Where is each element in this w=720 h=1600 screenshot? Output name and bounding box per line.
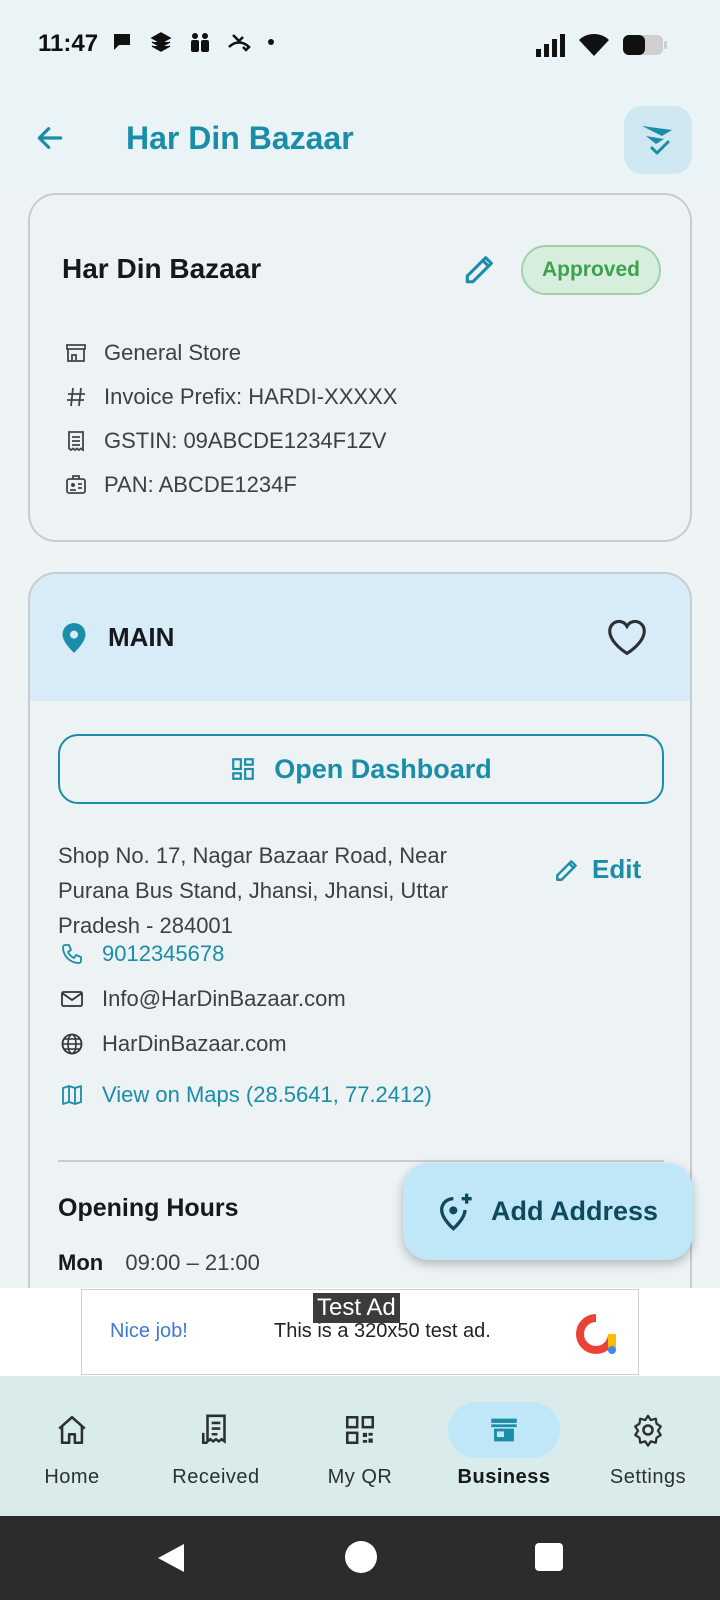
address-text: Shop No. 17, Nagar Bazaar Road, Near Pur… [58,843,449,938]
open-dashboard-button[interactable]: Open Dashboard [58,734,664,804]
hash-icon [62,383,90,411]
hours-time: 09:00 – 21:00 [125,1250,260,1275]
system-recents-button[interactable] [535,1543,563,1571]
phone-link[interactable]: 9012345678 [58,940,224,968]
nav-label: Home [44,1466,100,1488]
system-status-icons [536,32,668,58]
business-name: Har Din Bazaar [62,253,262,284]
invoice-prefix-text: Invoice Prefix: HARDI-XXXXX [104,384,398,409]
nav-label: My QR [327,1466,393,1488]
map-icon [58,1081,86,1109]
receipt-icon [62,427,90,455]
bottom-navigation: Home Received My QR Business Settings [0,1376,720,1516]
nav-business[interactable]: Business [432,1376,576,1516]
ad-nice-text: Nice job! [110,1320,188,1342]
storefront-icon [62,339,90,367]
category-row: General Store [62,339,241,367]
mail-icon [58,985,86,1013]
gstin-text: GSTIN: 09ABCDE1234F1ZV [104,428,387,453]
back-button[interactable] [30,118,70,158]
receipt-icon [160,1402,272,1458]
id-card-icon [62,471,90,499]
signal-icon [536,34,565,57]
send-action-button[interactable] [624,106,692,174]
nav-home[interactable]: Home [0,1376,144,1516]
edit-label: Edit [592,854,642,884]
edit-address-button[interactable]: Edit [554,854,641,885]
location-pin-icon [62,623,86,653]
add-address-label: Add Address [491,1196,659,1226]
opening-hours-title: Opening Hours [58,1194,239,1222]
people-icon [191,33,209,52]
phone-number: 9012345678 [102,941,225,966]
category-text: General Store [104,340,241,365]
hours-row: Mon 09:00 – 21:00 [58,1250,260,1276]
nav-label: Settings [609,1466,687,1488]
maps-link-text: View on Maps (28.5641, 77.2412) [102,1082,432,1107]
phone-icon [58,940,86,968]
divider [58,1160,664,1162]
ad-logo-icon [576,1314,616,1354]
status-bar: 11:47 [0,0,720,92]
hours-day: Mon [58,1250,104,1275]
globe-icon [58,1030,86,1058]
page-title: Har Din Bazaar [126,120,354,156]
arrow-back-icon [37,127,63,149]
email-text: Info@HarDinBazaar.com [102,986,346,1011]
email-row[interactable]: Info@HarDinBazaar.com [58,985,346,1013]
layers-icon [150,32,172,52]
invoice-prefix-row: Invoice Prefix: HARDI-XXXXX [62,383,397,411]
open-dashboard-label: Open Dashboard [274,753,492,784]
send-check-icon [642,126,672,155]
notification-icons [110,30,276,54]
gear-icon [592,1402,704,1458]
pencil-icon [465,256,493,284]
business-info-card: Har Din Bazaar Approved General Store In… [28,193,692,542]
dot-icon [268,39,274,45]
pan-row: PAN: ABCDE1234F [62,471,297,499]
qr-code-icon [304,1402,416,1458]
nav-label: Business [457,1466,551,1488]
store-icon [448,1402,560,1458]
view-on-maps-link[interactable]: View on Maps (28.5641, 77.2412) [58,1081,432,1109]
pan-text: PAN: ABCDE1234F [104,472,297,497]
nav-received[interactable]: Received [144,1376,288,1516]
add-location-icon [439,1193,472,1231]
gstin-row: GSTIN: 09ABCDE1234F1ZV [62,427,386,455]
status-badge: Approved [521,245,661,295]
nav-label: Received [172,1466,260,1488]
nav-my-qr[interactable]: My QR [288,1376,432,1516]
chat-bubble-icon [114,34,130,50]
dashboard-icon [232,758,255,780]
website-text: HarDinBazaar.com [102,1031,287,1056]
add-address-button[interactable]: Add Address [403,1163,693,1260]
ad-text: This is a 320x50 test ad. [274,1320,491,1342]
system-home-button[interactable] [345,1541,377,1573]
pencil-icon [556,859,577,881]
test-ad-label: Test Ad [313,1293,400,1323]
website-row[interactable]: HarDinBazaar.com [58,1030,287,1058]
location-header: MAIN [30,574,690,701]
location-name: MAIN [108,622,175,652]
wifi-icon [579,34,609,56]
app-bar: Har Din Bazaar [0,92,720,190]
nav-settings[interactable]: Settings [576,1376,720,1516]
missed-call-icon [228,34,251,52]
system-back-icon[interactable] [156,1542,186,1574]
status-time: 11:47 [38,30,99,57]
favorite-heart-icon[interactable] [606,618,648,656]
battery-icon [623,35,667,55]
system-navigation-bar [0,1516,720,1600]
home-icon [16,1402,128,1458]
edit-business-button[interactable] [460,249,500,289]
